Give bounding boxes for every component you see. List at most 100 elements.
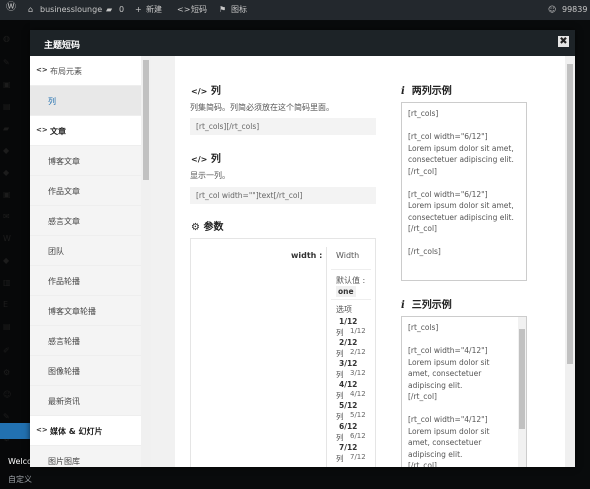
option-code: 7/12: [339, 443, 358, 452]
code-line: Lorem ipsum dolor sit: [408, 357, 490, 367]
nav-item-label: 列: [48, 97, 56, 106]
nav-item-label: 文章: [50, 127, 66, 136]
code-line: consectetuer adipiscing elit.: [408, 212, 514, 222]
nav-item-label: 博客文章轮播: [48, 307, 96, 316]
option-word: 列: [336, 370, 344, 379]
three-column-example-heading: i 三列示例: [401, 296, 452, 311]
nav-item[interactable]: 感言轮播: [30, 326, 141, 356]
nav-item-label: 图像轮播: [48, 367, 80, 376]
two-column-example-heading: i 两列示例: [401, 82, 452, 97]
code-line: [rt_col width="4/12"]: [408, 346, 488, 355]
shortcode-detail: </> 列 列集简码。列简必须放在这个简码里面。 [rt_cols][/rt_c…: [175, 56, 565, 467]
comments-icon[interactable]: ▰: [106, 5, 112, 15]
code-icon: </>: [191, 155, 208, 164]
option-word: 列: [336, 433, 344, 442]
param-desc: Width: [336, 251, 360, 260]
code-line: amet, consectetuer: [408, 369, 482, 378]
heading-text: 参数: [203, 222, 224, 233]
code-line: [/rt_col]: [408, 461, 437, 467]
shortcode-nav: <> 布局元素列 <> 文章博客文章作品文章感言文章团队作品轮播博客文章轮播 感言轮…: [30, 56, 151, 467]
modal-header: 主题短码 ✖: [30, 30, 575, 56]
code-line: amet, consectetuer: [408, 438, 482, 447]
option-value: 2/12: [350, 348, 366, 356]
param-divider: [331, 299, 371, 300]
code-icon: </>: [191, 87, 208, 96]
close-button[interactable]: ✖: [558, 36, 569, 47]
textarea-scrollbar[interactable]: [518, 317, 526, 467]
modal-scrollbar-thumb[interactable]: [567, 64, 573, 364]
nav-item[interactable]: <> 布局元素: [30, 56, 141, 86]
site-name-link[interactable]: businesslounge: [40, 5, 102, 15]
nav-item[interactable]: 作品轮播: [30, 266, 141, 296]
nav-item-label: 团队: [48, 247, 64, 256]
flag-icon: ⚑: [219, 5, 227, 14]
wordpress-icon[interactable]: Ⓦ: [6, 3, 16, 13]
option-word: 列: [336, 454, 344, 463]
option-code: 3/12: [339, 359, 358, 368]
option-value: 6/12: [350, 432, 366, 440]
option-value: 1/12: [350, 327, 366, 335]
user-icon: ☺: [548, 5, 557, 14]
section-heading-cols: </> 列: [191, 82, 221, 97]
shortcode-link[interactable]: 短码: [191, 5, 207, 15]
nav-item-label: 博客文章: [48, 157, 80, 166]
option-code: 5/12: [339, 401, 358, 410]
code-line: [rt_cols]: [408, 323, 439, 332]
user-link[interactable]: 99839: [562, 5, 587, 15]
option-code: 1/12: [339, 317, 358, 326]
option-word: 列: [336, 391, 344, 400]
new-content-link[interactable]: 新建: [146, 5, 162, 15]
option-word: 列: [336, 412, 344, 421]
code-line: [/rt_col]: [408, 392, 437, 401]
code-line: [/rt_cols]: [408, 247, 441, 256]
active-menu-highlight: [0, 423, 30, 439]
nav-item[interactable]: 感言文章: [30, 206, 141, 236]
option-value: 5/12: [350, 411, 366, 419]
icons-link[interactable]: 图标: [231, 5, 247, 15]
code-line: Lorem ipsum dolor sit amet,: [408, 201, 514, 210]
nav-item[interactable]: <> 文章: [30, 116, 141, 146]
params-divider: [326, 247, 327, 467]
nav-scrollbar-thumb[interactable]: [143, 60, 149, 180]
nav-item[interactable]: 作品文章: [30, 176, 141, 206]
nav-item[interactable]: 图片图库: [30, 446, 141, 467]
nav-item[interactable]: 团队: [30, 236, 141, 266]
code-line: Lorem ipsum dolor sit: [408, 426, 490, 436]
code-line: [/rt_col]: [408, 224, 437, 233]
params-table: width : Width 默认值 : one 选项 1/12 列 1/12 2/12…: [190, 238, 376, 467]
section-heading-params: ⚙ 参数: [191, 218, 223, 233]
nav-item[interactable]: 最新资讯: [30, 386, 141, 416]
nav-item[interactable]: 列: [30, 86, 141, 116]
code-icon: <>: [36, 426, 48, 434]
col-code-sample: [rt_col width=""]text[/rt_col]: [190, 187, 376, 204]
nav-item-label: 感言轮播: [48, 337, 80, 346]
textarea-scrollbar-thumb[interactable]: [519, 329, 525, 429]
nav-item-label: 作品轮播: [48, 277, 80, 286]
code-line: [rt_col width="6/12"]: [408, 189, 488, 199]
three-column-example-textarea[interactable]: [rt_cols] [rt_col width="4/12"] Lorem ipsu…: [401, 316, 527, 467]
info-icon: i: [401, 86, 405, 97]
two-column-example-textarea[interactable]: [rt_cols] [rt_col width="6/12"] Lorem ipsu…: [401, 102, 527, 281]
comments-count: 0: [119, 5, 125, 14]
nav-item[interactable]: 博客文章轮播: [30, 296, 141, 326]
nav-item-label: 作品文章: [48, 187, 80, 196]
nav-item[interactable]: <> 媒体 & 幻灯片: [30, 416, 141, 446]
nav-item-label: 最新资讯: [48, 397, 80, 406]
default-label: 默认值 :: [336, 276, 366, 285]
option-value: 4/12: [350, 390, 366, 398]
home-icon: ⌂: [28, 5, 34, 14]
option-word: 列: [336, 349, 344, 358]
code-line: consectetuer adipiscing elit.: [408, 155, 514, 164]
nav-scrollbar[interactable]: [141, 56, 151, 467]
nav-item[interactable]: 博客文章: [30, 146, 141, 176]
customize-link[interactable]: 自定义: [8, 474, 32, 485]
section-heading-col: </> 列: [191, 150, 221, 165]
code-line: adipiscing elit.: [408, 449, 463, 459]
option-code: 4/12: [339, 380, 358, 389]
heading-text: 列: [210, 86, 221, 97]
modal-scrollbar[interactable]: [565, 56, 575, 467]
param-divider: [331, 269, 371, 270]
nav-item[interactable]: 图像轮播: [30, 356, 141, 386]
default-value: one: [336, 286, 356, 297]
option-word: 列: [336, 328, 344, 337]
